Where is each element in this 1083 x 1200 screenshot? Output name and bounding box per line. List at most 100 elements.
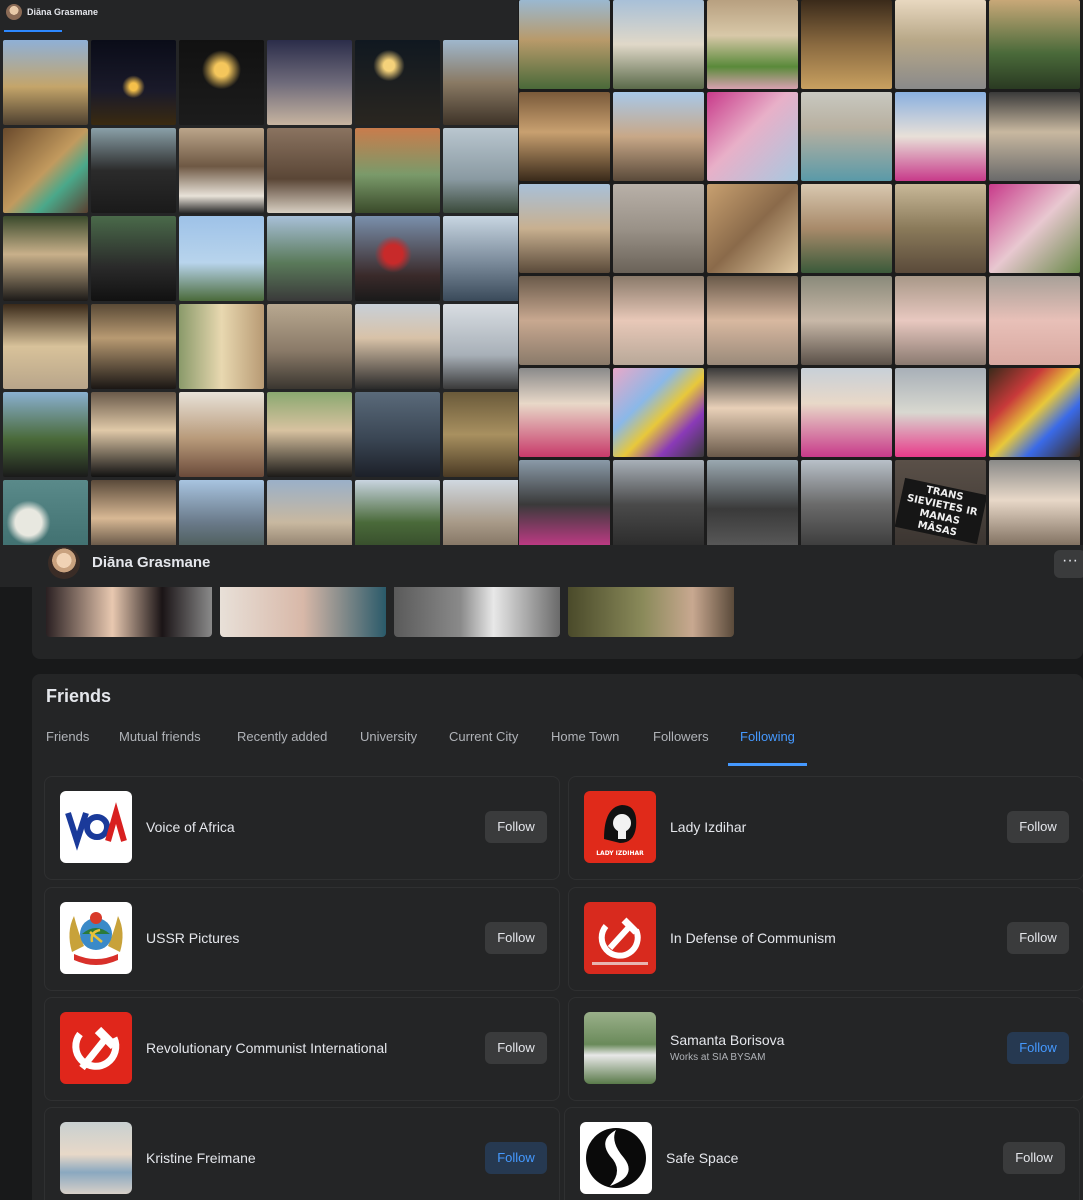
photo-thumbnail[interactable] xyxy=(443,480,518,545)
photo-thumbnail[interactable] xyxy=(3,40,88,125)
entry-name[interactable]: Voice of Africa xyxy=(146,819,235,835)
photo-thumbnail[interactable] xyxy=(91,216,176,301)
photo-thumbnail[interactable] xyxy=(613,92,704,181)
photo-thumbnail[interactable] xyxy=(267,480,352,545)
photo-thumbnail[interactable] xyxy=(568,587,734,637)
photo-thumbnail[interactable] xyxy=(355,40,440,125)
following-card[interactable]: Kristine Freimane Follow xyxy=(44,1107,560,1200)
photo-thumbnail[interactable] xyxy=(179,128,264,213)
follow-button[interactable]: Follow xyxy=(1003,1142,1065,1174)
photo-thumbnail[interactable] xyxy=(801,460,892,545)
following-card[interactable]: Revolutionary Communist International Fo… xyxy=(44,997,560,1101)
photo-thumbnail[interactable] xyxy=(3,304,88,389)
photo-thumbnail[interactable] xyxy=(179,216,264,301)
photo-thumbnail[interactable] xyxy=(989,368,1080,457)
photo-thumbnail[interactable] xyxy=(707,0,798,89)
photo-thumbnail[interactable] xyxy=(519,460,610,545)
entry-name[interactable]: Kristine Freimane xyxy=(146,1150,256,1166)
photo-thumbnail[interactable] xyxy=(519,276,610,365)
entry-name[interactable]: Samanta Borisova xyxy=(670,1032,784,1048)
photo-thumbnail[interactable] xyxy=(613,276,704,365)
more-options-button[interactable]: ··· xyxy=(1054,550,1083,578)
photo-thumbnail[interactable] xyxy=(179,40,264,125)
photo-thumbnail[interactable] xyxy=(895,368,986,457)
photo-thumbnail[interactable] xyxy=(443,128,518,213)
photo-thumbnail[interactable] xyxy=(519,92,610,181)
photo-thumbnail[interactable] xyxy=(613,184,704,273)
photo-thumbnail[interactable] xyxy=(3,128,88,213)
following-card[interactable]: Voice of Africa Follow xyxy=(44,776,560,880)
entry-name[interactable]: Revolutionary Communist International xyxy=(146,1040,387,1056)
follow-button[interactable]: Follow xyxy=(485,1142,547,1174)
photo-thumbnail[interactable] xyxy=(895,0,986,89)
photo-thumbnail[interactable] xyxy=(3,216,88,301)
photo-thumbnail[interactable] xyxy=(179,480,264,545)
photo-thumbnail[interactable] xyxy=(519,368,610,457)
photo-thumbnail[interactable] xyxy=(707,184,798,273)
photo-thumbnail[interactable] xyxy=(707,276,798,365)
photo-thumbnail[interactable] xyxy=(91,40,176,125)
photo-thumbnail[interactable] xyxy=(443,304,518,389)
photo-thumbnail[interactable] xyxy=(895,184,986,273)
photo-thumbnail[interactable] xyxy=(443,216,518,301)
entry-name[interactable]: In Defense of Communism xyxy=(670,930,836,946)
tab-university[interactable]: University xyxy=(360,722,417,766)
photo-thumbnail[interactable] xyxy=(220,587,386,637)
photo-thumbnail[interactable] xyxy=(895,276,986,365)
following-card[interactable]: In Defense of Communism Follow xyxy=(568,887,1083,991)
photo-thumbnail[interactable] xyxy=(355,304,440,389)
photo-thumbnail[interactable] xyxy=(267,216,352,301)
photo-thumbnail[interactable] xyxy=(707,460,798,545)
follow-button[interactable]: Follow xyxy=(485,811,547,843)
photo-thumbnail[interactable] xyxy=(3,392,88,477)
photo-thumbnail[interactable] xyxy=(707,368,798,457)
entry-name[interactable]: USSR Pictures xyxy=(146,930,239,946)
photo-thumbnail[interactable] xyxy=(267,40,352,125)
profile-name[interactable]: Diāna Grasmane xyxy=(92,554,210,571)
photo-thumbnail[interactable] xyxy=(91,392,176,477)
photo-thumbnail[interactable] xyxy=(394,587,560,637)
tab-following[interactable]: Following xyxy=(728,722,807,766)
photo-thumbnail[interactable] xyxy=(443,392,518,477)
photo-thumbnail[interactable] xyxy=(355,392,440,477)
tab-recently-added[interactable]: Recently added xyxy=(237,722,327,766)
protest-sign-photo[interactable]: TRANS SIEVIETES IR MANAS MĀSAS xyxy=(895,460,986,545)
photo-thumbnail[interactable] xyxy=(613,368,704,457)
entry-name[interactable]: Lady Izdihar xyxy=(670,819,746,835)
photo-thumbnail[interactable] xyxy=(91,304,176,389)
photo-thumbnail[interactable] xyxy=(3,480,88,545)
photo-thumbnail[interactable] xyxy=(801,0,892,89)
photo-thumbnail[interactable] xyxy=(46,587,212,637)
follow-button[interactable]: Follow xyxy=(485,922,547,954)
photo-thumbnail[interactable] xyxy=(801,276,892,365)
following-card[interactable]: Samanta Borisova Works at SIA BYSAM Foll… xyxy=(568,997,1083,1101)
follow-button[interactable]: Follow xyxy=(1007,922,1069,954)
photo-thumbnail[interactable] xyxy=(707,92,798,181)
photo-thumbnail[interactable] xyxy=(989,92,1080,181)
following-card[interactable]: Safe Space Follow xyxy=(564,1107,1080,1200)
photo-thumbnail[interactable] xyxy=(801,368,892,457)
photo-thumbnail[interactable] xyxy=(519,0,610,89)
following-card[interactable]: USSR Pictures Follow xyxy=(44,887,560,991)
photo-thumbnail[interactable] xyxy=(613,460,704,545)
photo-thumbnail[interactable] xyxy=(989,184,1080,273)
photo-thumbnail[interactable] xyxy=(355,480,440,545)
following-card[interactable]: LADY IZDIHAR Lady Izdihar Follow xyxy=(568,776,1083,880)
photo-thumbnail[interactable] xyxy=(613,0,704,89)
follow-button[interactable]: Follow xyxy=(1007,1032,1069,1064)
photo-thumbnail[interactable] xyxy=(989,0,1080,89)
follow-button[interactable]: Follow xyxy=(1007,811,1069,843)
photo-thumbnail[interactable] xyxy=(801,184,892,273)
photo-thumbnail[interactable] xyxy=(895,92,986,181)
tab-current-city[interactable]: Current City xyxy=(449,722,518,766)
tab-friends[interactable]: Friends xyxy=(46,722,89,766)
photo-thumbnail[interactable] xyxy=(179,392,264,477)
photo-thumbnail[interactable] xyxy=(443,40,518,125)
photo-thumbnail[interactable] xyxy=(267,392,352,477)
photo-thumbnail[interactable] xyxy=(519,184,610,273)
avatar[interactable] xyxy=(6,4,22,20)
photo-thumbnail[interactable] xyxy=(267,128,352,213)
tab-mutual-friends[interactable]: Mutual friends xyxy=(119,722,201,766)
photo-thumbnail[interactable] xyxy=(989,276,1080,365)
photo-thumbnail[interactable] xyxy=(801,92,892,181)
